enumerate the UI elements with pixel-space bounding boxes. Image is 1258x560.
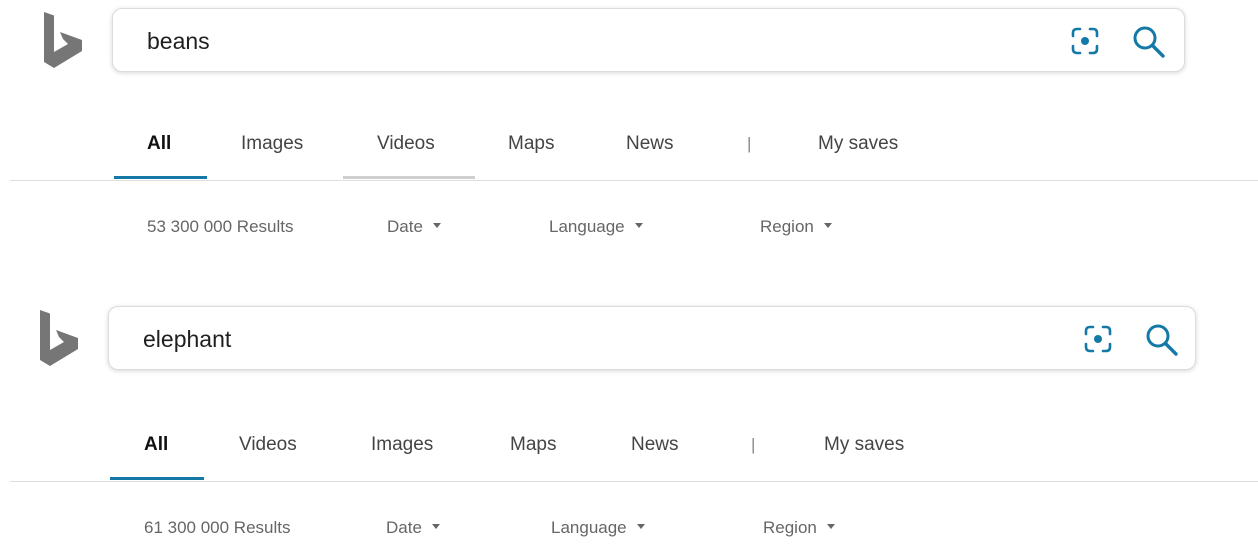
date-filter[interactable]: Date: [386, 516, 440, 540]
dropdown-caret-icon: [823, 223, 832, 229]
result-filters: 61 300 000 Results Date Language Region: [0, 516, 1258, 546]
tab-all[interactable]: All: [144, 431, 168, 481]
tab-separator: |: [751, 435, 756, 454]
search-tabs: All Images Videos Maps News | My saves: [0, 130, 1258, 180]
language-filter[interactable]: Language: [549, 215, 643, 239]
tabs-divider: [10, 481, 1258, 482]
search-input[interactable]: beans: [147, 28, 210, 54]
bing-logo-icon[interactable]: [36, 310, 82, 370]
search-box: beans: [112, 8, 1185, 72]
tab-news[interactable]: News: [631, 431, 679, 481]
dropdown-caret-icon: [636, 524, 645, 530]
date-filter-label: Date: [386, 518, 422, 537]
search-icon[interactable]: [1131, 24, 1167, 60]
tab-my-saves[interactable]: My saves: [824, 431, 904, 481]
tab-videos[interactable]: Videos: [377, 130, 435, 180]
active-tab-indicator: [110, 477, 204, 480]
tab-maps[interactable]: Maps: [510, 431, 556, 481]
search-input[interactable]: elephant: [143, 326, 231, 352]
visual-search-icon[interactable]: [1068, 24, 1102, 58]
tab-separator: |: [747, 134, 752, 153]
hover-tab-indicator: [343, 176, 475, 179]
visual-search-icon[interactable]: [1081, 322, 1115, 356]
language-filter-label: Language: [551, 518, 627, 537]
language-filter-label: Language: [549, 217, 625, 236]
search-panel-beans: beans All Images Videos Maps News | My s…: [0, 0, 1258, 260]
search-box: elephant: [108, 306, 1196, 370]
region-filter[interactable]: Region: [763, 516, 835, 540]
tab-all[interactable]: All: [147, 130, 171, 180]
dropdown-caret-icon: [634, 223, 643, 229]
dropdown-caret-icon: [432, 223, 441, 229]
tabs-divider: [10, 180, 1258, 181]
search-tabs: All Videos Images Maps News | My saves: [0, 431, 1258, 481]
dropdown-caret-icon: [431, 524, 440, 530]
tab-maps[interactable]: Maps: [508, 130, 554, 180]
region-filter-label: Region: [763, 518, 817, 537]
tab-videos[interactable]: Videos: [239, 431, 297, 481]
tab-images[interactable]: Images: [241, 130, 303, 180]
date-filter-label: Date: [387, 217, 423, 236]
language-filter[interactable]: Language: [551, 516, 645, 540]
tab-images[interactable]: Images: [371, 431, 433, 481]
bing-logo-icon[interactable]: [40, 12, 86, 72]
date-filter[interactable]: Date: [387, 215, 441, 239]
tab-news[interactable]: News: [626, 130, 674, 180]
search-icon[interactable]: [1144, 322, 1180, 358]
search-panel-elephant: elephant All Videos Images Maps News | M…: [0, 300, 1258, 560]
tab-my-saves[interactable]: My saves: [818, 130, 898, 180]
dropdown-caret-icon: [826, 524, 835, 530]
region-filter[interactable]: Region: [760, 215, 832, 239]
results-count: 61 300 000 Results: [144, 518, 291, 537]
results-count: 53 300 000 Results: [147, 217, 294, 236]
result-filters: 53 300 000 Results Date Language Region: [0, 215, 1258, 245]
region-filter-label: Region: [760, 217, 814, 236]
active-tab-indicator: [114, 176, 207, 179]
